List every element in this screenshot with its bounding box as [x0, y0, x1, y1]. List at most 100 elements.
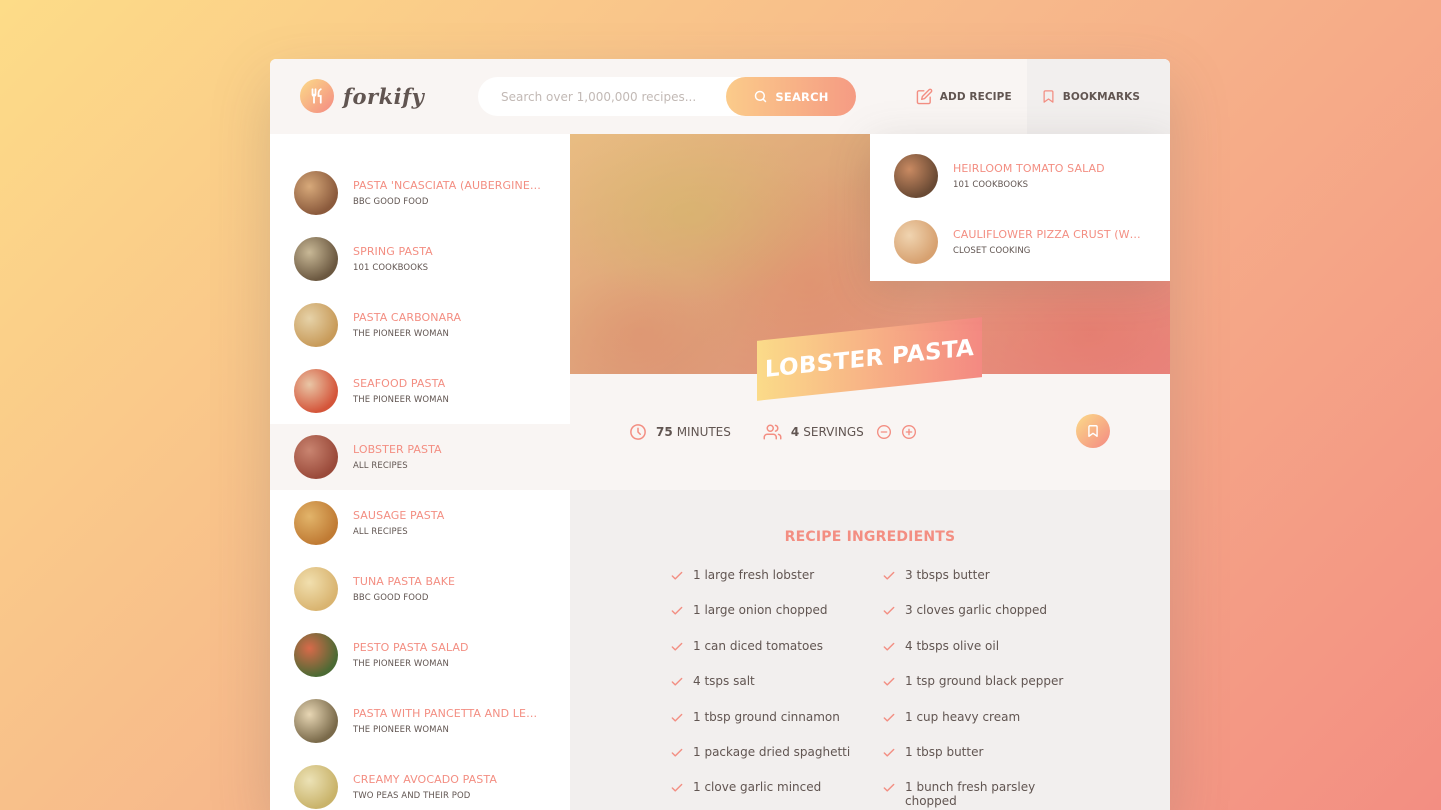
increase-servings-button[interactable] [901, 424, 926, 440]
app-container: forkify SEARCH ADD RECIPE BOOKMARKS Past… [270, 59, 1170, 810]
ingredient-item: 3 cloves garlic chopped [882, 603, 1090, 638]
bookmarks-item[interactable]: Cauliflower Pizza Crust (wit... Closet Co… [870, 209, 1170, 275]
servings-controls [876, 424, 926, 440]
results-publisher: All Recipes [353, 461, 408, 471]
results-title: Spring Pasta [353, 245, 433, 258]
results-publisher: BBC Good Food [353, 593, 429, 603]
results-text: Pasta 'ncasciata (aubergine ... BBC Good … [353, 179, 543, 207]
plus-circle-icon [901, 425, 916, 439]
check-icon [883, 642, 895, 651]
results-thumbnail [294, 237, 338, 281]
ingredient-text: 1 cup heavy cream [905, 709, 1021, 724]
results-item[interactable]: Pasta with Pancetta and Lee... The Pionee… [270, 688, 570, 754]
decrease-servings-button[interactable] [876, 424, 901, 440]
fork-knife-icon [300, 79, 334, 113]
results-thumbnail [294, 633, 338, 677]
results-item[interactable]: Sausage Pasta All Recipes [270, 490, 570, 556]
results-item[interactable]: Lobster Pasta All Recipes [270, 424, 570, 490]
ingredient-text: 1 can diced tomatoes [693, 638, 823, 653]
ingredient-item: 1 can diced tomatoes [670, 639, 882, 674]
edit-icon [916, 88, 933, 105]
results-thumbnail [294, 171, 338, 215]
results-text: Seafood Pasta The Pioneer Woman [353, 377, 543, 405]
results-title: Sausage Pasta [353, 509, 445, 522]
minus-circle-icon [876, 425, 891, 439]
results-thumbnail [294, 369, 338, 413]
ingredient-item: 4 tbsps olive oil [882, 639, 1090, 674]
ingredient-text: 1 clove garlic minced [693, 780, 822, 795]
results-publisher: The Pioneer Woman [353, 725, 449, 735]
results-item[interactable]: Pesto Pasta Salad The Pioneer Woman [270, 622, 570, 688]
results-title: Creamy Avocado Pasta [353, 773, 497, 786]
bookmarks-title: Heirloom Tomato Salad [953, 162, 1105, 175]
search-input[interactable] [478, 77, 728, 116]
bookmark-icon [1043, 90, 1054, 103]
search-icon [755, 90, 767, 103]
check-icon [671, 642, 683, 651]
search-button-label: SEARCH [775, 89, 829, 104]
clock-icon [630, 424, 646, 440]
results-title: Pesto Pasta Salad [353, 641, 469, 654]
ingredient-item: 1 cup heavy cream [882, 710, 1090, 745]
search-form: SEARCH [478, 77, 856, 116]
cooking-time-value: 75 [656, 425, 673, 439]
servings: 4 servings [763, 423, 926, 441]
ingredient-text: 1 tbsp butter [905, 744, 984, 759]
search-button[interactable]: SEARCH [726, 77, 856, 116]
results-item[interactable]: Pasta Carbonara The Pioneer Woman [270, 292, 570, 358]
results-item[interactable]: Spring Pasta 101 Cookbooks [270, 226, 570, 292]
bookmarks-thumbnail [894, 220, 938, 264]
recipe-ingredients: RECIPE INGREDIENTS 1 large fresh lobster… [570, 490, 1170, 810]
bookmarks-dropdown: Heirloom Tomato Salad 101 Cookbooks Caulif… [870, 134, 1170, 281]
check-icon [883, 748, 895, 757]
cooking-time: 75 minutes [629, 423, 731, 441]
logo-text: forkify [343, 83, 425, 109]
ingredient-text: 1 large fresh lobster [693, 568, 815, 582]
bookmarks-button[interactable]: BOOKMARKS [1026, 59, 1170, 134]
bookmarks-title: Cauliflower Pizza Crust (wit... [953, 228, 1143, 241]
results-thumbnail [294, 303, 338, 347]
ingredient-text: 4 tsps salt [693, 674, 755, 689]
results-title: Lobster Pasta [353, 443, 442, 456]
ingredient-text: 1 package dried spaghetti [693, 744, 851, 759]
results-text: Pesto Pasta Salad The Pioneer Woman [353, 641, 543, 669]
results-text: Tuna Pasta Bake BBC Good Food [353, 575, 543, 603]
bookmark-icon [1088, 425, 1098, 437]
ingredient-text: 1 tbsp ground cinnamon [693, 709, 840, 724]
recipe-details: 75 minutes 4 servings [570, 374, 1170, 490]
results-item[interactable]: Creamy Avocado Pasta Two Peas and Their P… [270, 754, 570, 810]
results-item[interactable]: Pasta 'ncasciata (aubergine ... BBC Good … [270, 160, 570, 226]
recipe-title-text: LOBSTER PASTA [764, 335, 975, 384]
header: forkify SEARCH ADD RECIPE BOOKMARKS [270, 59, 1170, 134]
results-item[interactable]: Seafood Pasta The Pioneer Woman [270, 358, 570, 424]
add-recipe-label: ADD RECIPE [939, 90, 1012, 103]
add-recipe-button[interactable]: ADD RECIPE [902, 59, 1027, 134]
bookmarks-text: Heirloom Tomato Salad 101 Cookbooks [953, 162, 1143, 190]
ingredient-text: 1 bunch fresh parsley chopped [905, 780, 1036, 809]
check-icon [671, 748, 683, 757]
check-icon [671, 784, 683, 792]
results-publisher: 101 Cookbooks [353, 263, 429, 273]
bookmarks-item[interactable]: Heirloom Tomato Salad 101 Cookbooks [870, 143, 1170, 209]
ingredient-item: 1 large onion chopped [670, 603, 882, 638]
ingredient-text: 1 large onion chopped [693, 603, 828, 618]
bookmarks-label: BOOKMARKS [1062, 90, 1140, 103]
bookmarks-text: Cauliflower Pizza Crust (wit... Closet Co… [953, 228, 1143, 256]
results-text: Creamy Avocado Pasta Two Peas and Their P… [353, 773, 543, 801]
results-title: Pasta 'ncasciata (aubergine ... [353, 179, 543, 192]
ingredient-text: 1 tsp ground black pepper [905, 674, 1064, 689]
check-icon [883, 677, 895, 686]
logo[interactable]: forkify [300, 79, 424, 113]
results-title: Seafood Pasta [353, 377, 446, 390]
results-publisher: The Pioneer Woman [353, 395, 449, 405]
results-item[interactable]: Tuna Pasta Bake BBC Good Food [270, 556, 570, 622]
bookmark-recipe-button[interactable] [1076, 414, 1110, 448]
results-publisher: BBC Good Food [353, 197, 429, 207]
bookmarks-publisher: 101 Cookbooks [953, 180, 1029, 190]
results-title: Pasta with Pancetta and Lee... [353, 707, 543, 720]
ingredient-item: 1 tbsp butter [882, 745, 1090, 780]
results-title: Pasta Carbonara [353, 311, 462, 324]
check-icon [883, 607, 895, 616]
results-thumbnail [294, 765, 338, 809]
ingredient-item: 1 package dried spaghetti [670, 745, 882, 780]
